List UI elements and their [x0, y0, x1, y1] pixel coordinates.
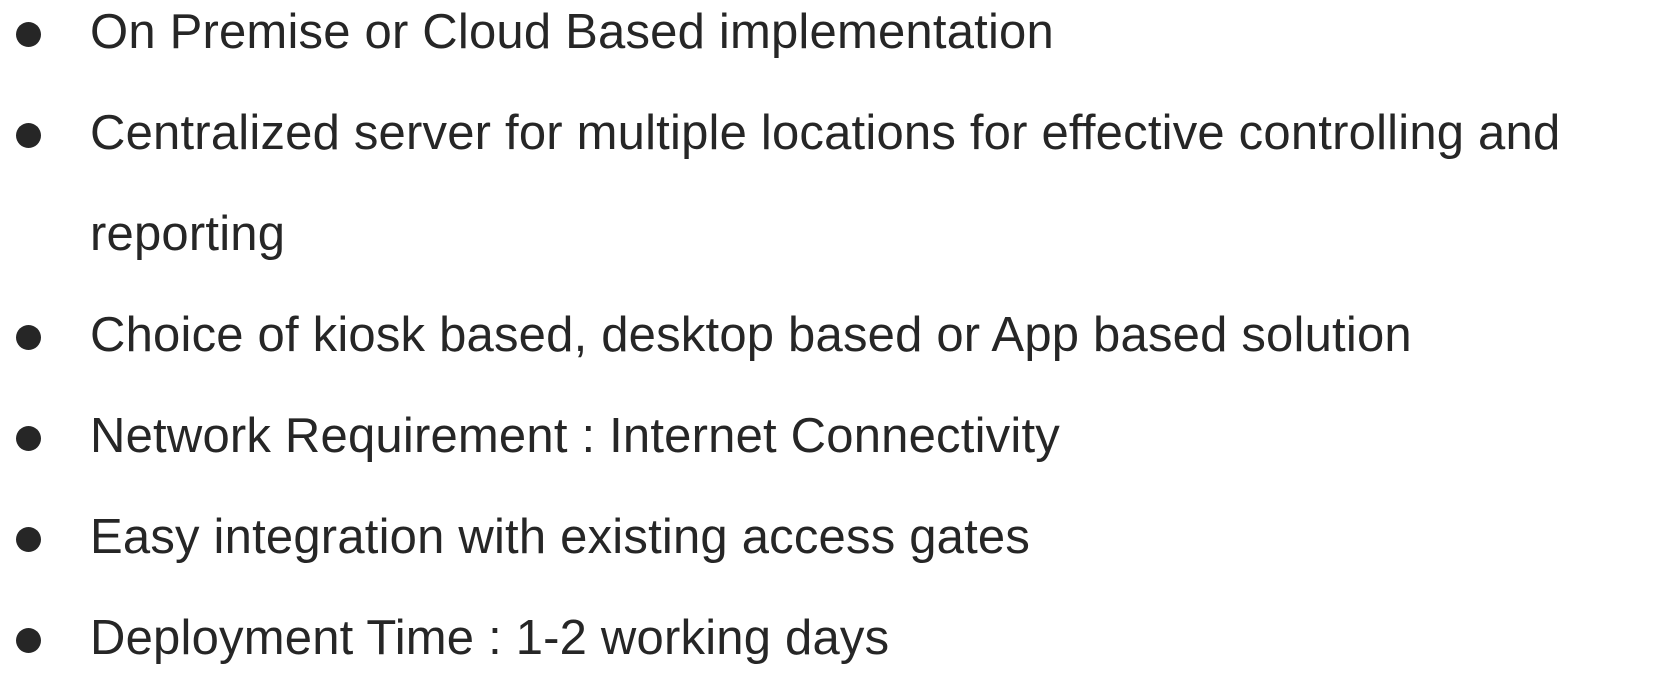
bullet-icon: [16, 527, 41, 552]
bullet-icon: [16, 426, 41, 451]
bullet-icon: [16, 628, 41, 653]
list-item: On Premise or Cloud Based implementation: [0, 0, 1665, 83]
list-item-text: Network Requirement : Internet Connectiv…: [90, 409, 1060, 463]
list-item: Centralized server for multiple location…: [0, 83, 1665, 285]
list-item: Deployment Time : 1-2 working days: [0, 588, 1665, 689]
feature-bullet-list: On Premise or Cloud Based implementation…: [0, 0, 1665, 689]
list-item-text: Deployment Time : 1-2 working days: [90, 611, 890, 665]
bullet-icon: [16, 22, 41, 47]
list-item-text: On Premise or Cloud Based implementation: [90, 5, 1054, 59]
bullet-icon: [16, 325, 41, 350]
list-item-text: Easy integration with existing access ga…: [90, 510, 1031, 564]
list-item-text: Choice of kiosk based, desktop based or …: [90, 308, 1412, 362]
list-item-text: Centralized server for multiple location…: [90, 106, 1561, 261]
list-item: Network Requirement : Internet Connectiv…: [0, 386, 1665, 487]
list-item: Easy integration with existing access ga…: [0, 487, 1665, 588]
bullet-icon: [16, 123, 41, 148]
list-item: Choice of kiosk based, desktop based or …: [0, 285, 1665, 386]
